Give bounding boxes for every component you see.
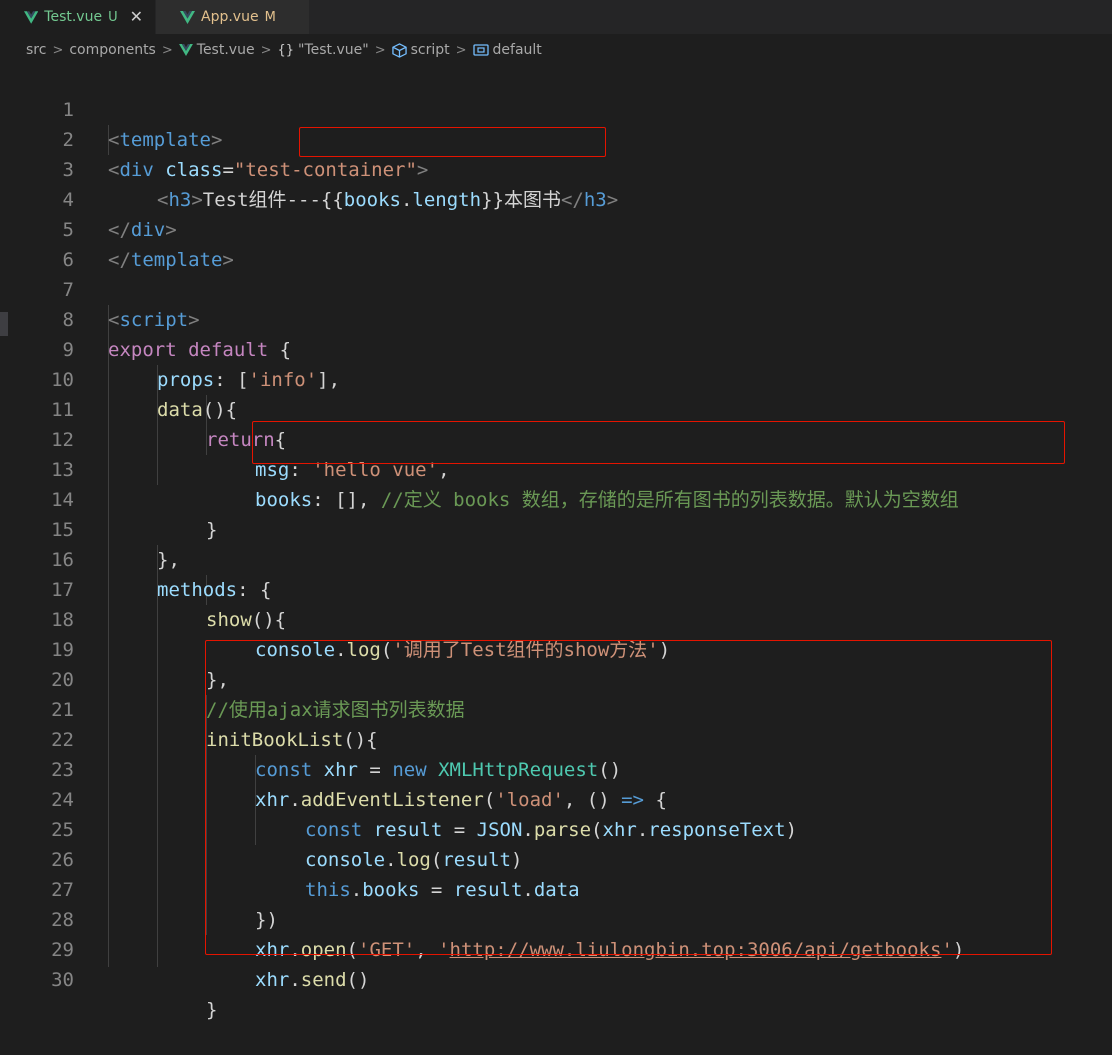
vue-file-icon [24, 10, 39, 24]
chevron-right-icon: > [52, 42, 64, 58]
modified-badge: M [264, 9, 276, 25]
chevron-right-icon: > [455, 42, 467, 58]
line-number: 30 [51, 969, 74, 991]
code-line: 19 }, [0, 605, 1112, 691]
breadcrumb-item-script[interactable]: script [411, 42, 450, 58]
highlight-box-books-data [252, 421, 1065, 464]
code-line: 1 <template> [0, 65, 1112, 151]
code-line: 18 console.log('调用了Test组件的show方法') [0, 575, 1112, 661]
tab-test-vue[interactable]: Test.vue U ✕ [0, 0, 155, 34]
code-line: 9 props: ['info'], [0, 305, 1112, 391]
editor-tab-bar: Test.vue U ✕ App.vue M [0, 0, 1112, 34]
code-line: 17 show(){ [0, 545, 1112, 631]
vue-file-icon [178, 44, 193, 56]
breadcrumb-item-default[interactable]: default [493, 42, 542, 58]
code-line: 8 export default { [0, 275, 1112, 361]
chevron-right-icon: > [260, 42, 272, 58]
chevron-right-icon: > [161, 42, 173, 58]
code-editor[interactable]: 1 <template> 2 <div class="test-containe… [0, 64, 1112, 1021]
code-line: 11 return{ [0, 365, 1112, 451]
tab-label: Test.vue [44, 9, 103, 25]
breadcrumb-item-components[interactable]: components [69, 42, 156, 58]
variable-icon [472, 44, 489, 56]
highlight-box-template-expression [299, 127, 606, 157]
code-line: 7 <script> [0, 245, 1112, 331]
chevron-right-icon: > [374, 42, 386, 58]
braces-icon: {} [277, 42, 295, 58]
code-line: 16 methods: { [0, 515, 1112, 601]
code-line: 2 <div class="test-container"> [0, 95, 1112, 181]
cube-icon [391, 42, 407, 58]
tab-app-vue[interactable]: App.vue M [155, 0, 309, 34]
code-line: 6 [0, 215, 1112, 271]
vue-file-icon [180, 10, 195, 24]
close-icon[interactable]: ✕ [130, 9, 143, 25]
code-line: 5 </template> [0, 185, 1112, 271]
breadcrumb-item-file[interactable]: Test.vue [197, 42, 255, 58]
code-line: 4 </div> [0, 155, 1112, 241]
untracked-badge: U [108, 9, 118, 25]
breadcrumb: src > components > Test.vue > {} "Test.v… [0, 34, 1112, 66]
code-line: 10 data(){ [0, 335, 1112, 421]
code-line: 15 }, [0, 485, 1112, 571]
breadcrumb-item-module[interactable]: "Test.vue" [298, 42, 369, 58]
tab-label: App.vue [201, 9, 259, 25]
highlight-box-init-book-list [205, 640, 1052, 955]
breadcrumb-item-src[interactable]: src [26, 42, 46, 58]
